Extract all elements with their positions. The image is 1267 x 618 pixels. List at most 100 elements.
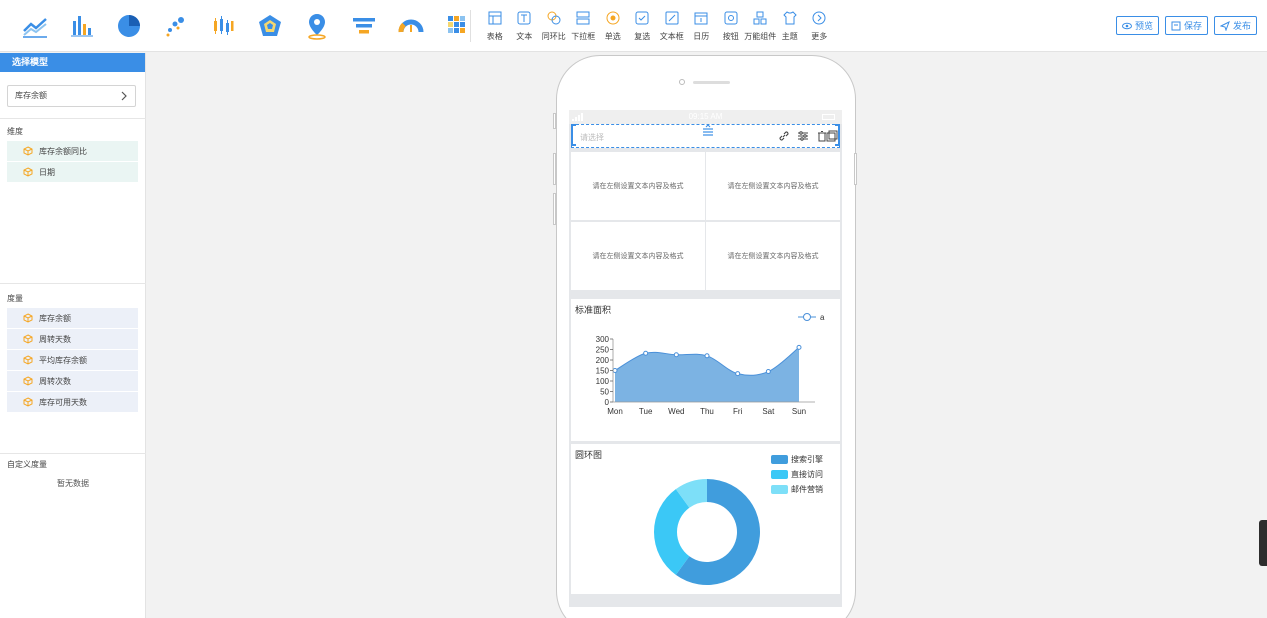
x-tick-label: Mon [607, 407, 623, 416]
y-tick-label: 250 [596, 346, 610, 355]
candlestick-chart-icon[interactable] [202, 8, 244, 44]
measure-item[interactable]: 周转次数 [7, 371, 138, 391]
data-point [612, 368, 618, 373]
selection-bracket [571, 124, 576, 146]
area-chart: 050 100150 200250 300 Mon Tue Wed Thu Fri Sat Sun a [596, 313, 825, 416]
battery-icon [822, 114, 835, 120]
legend-swatch [771, 484, 788, 494]
measure-item-label: 平均库存余额 [39, 355, 87, 365]
link-icon[interactable] [778, 130, 790, 142]
cube-icon [23, 334, 33, 344]
action-buttons: 预览 保存 发布 [1110, 16, 1257, 35]
area-chart-card[interactable]: 标准面积 0 50 100 150 200 250 300 Mon Tue Wed Thu Fri Sa… [571, 299, 840, 441]
donut-slice [654, 489, 690, 575]
radar-chart-icon[interactable] [249, 8, 291, 44]
universal-component-icon [753, 11, 767, 25]
component-table[interactable]: 表格 [480, 10, 510, 42]
model-select[interactable]: 库存余额 [7, 85, 136, 107]
preview-button[interactable]: 预览 [1115, 16, 1159, 35]
model-select-value: 库存余额 [15, 91, 47, 100]
funnel-chart-icon[interactable] [343, 8, 385, 44]
component-calendar[interactable]: 日历 [687, 10, 717, 42]
cube-icon [23, 397, 33, 407]
component-checkbox[interactable]: 复选 [628, 10, 658, 42]
table-icon [488, 11, 502, 25]
cube-icon [23, 313, 33, 323]
filter-dropdown[interactable]: 请选择 [571, 124, 840, 148]
y-tick-label: 50 [600, 388, 609, 397]
save-label: 保存 [1183, 21, 1202, 31]
measure-item[interactable]: 库存余额 [7, 308, 138, 328]
line-chart-icon[interactable] [14, 8, 56, 44]
component-palette: 表格 文本 同环比 下拉框 单选 复选 文本框 日历 按钮 万能组件 主题 更多 [480, 10, 834, 42]
heatmap-chart-icon[interactable] [437, 8, 479, 44]
text-card[interactable]: 请在左侧设置文本内容及格式 [706, 222, 840, 290]
divider [0, 118, 146, 119]
component-label: 同环比 [541, 32, 566, 41]
data-point [704, 353, 710, 359]
y-tick-label: 300 [596, 335, 610, 344]
legend-label: a [820, 313, 825, 322]
component-text[interactable]: 文本 [510, 10, 540, 42]
donut-chart-card[interactable]: 圆环图 搜索引擎 直接访问 邮件营销 [571, 444, 840, 594]
cube-icon [23, 376, 33, 386]
save-icon [1171, 21, 1181, 30]
more-icon [812, 11, 826, 25]
filter-placeholder: 请选择 [580, 133, 604, 142]
scatter-chart-icon[interactable] [155, 8, 197, 44]
component-comparison[interactable]: 同环比 [539, 10, 569, 42]
gauge-chart-icon[interactable] [390, 8, 432, 44]
save-button[interactable]: 保存 [1164, 16, 1208, 35]
button-icon [724, 11, 738, 25]
top-toolbar: 表格 文本 同环比 下拉框 单选 复选 文本框 日历 按钮 万能组件 主题 更多… [0, 0, 1267, 52]
toolbar-divider [470, 10, 471, 42]
pie-chart-icon[interactable] [108, 8, 150, 44]
component-theme[interactable]: 主题 [775, 10, 805, 42]
copy-icon[interactable] [826, 130, 838, 142]
component-label: 下拉框 [571, 32, 596, 41]
x-tick-label: Sat [762, 407, 775, 416]
component-label: 更多 [811, 32, 828, 41]
text-card[interactable]: 请在左侧设置文本内容及格式 [571, 152, 705, 220]
component-radio[interactable]: 单选 [598, 10, 628, 42]
x-tick-label: Tue [639, 407, 653, 416]
chart-type-icons [14, 8, 484, 44]
data-point [796, 344, 802, 350]
radio-icon [606, 11, 620, 25]
text-card[interactable]: 请在左侧设置文本内容及格式 [706, 152, 840, 220]
custom-measure-section-label: 自定义度量 [7, 460, 47, 469]
component-textbox[interactable]: 文本框 [657, 10, 687, 42]
component-universal[interactable]: 万能组件 [744, 10, 776, 42]
map-pin-icon[interactable] [296, 8, 338, 44]
measure-item-label: 周转次数 [39, 376, 71, 386]
dimension-item-label: 库存余额同比 [39, 146, 87, 156]
donut-legend-item: 邮件营销 [771, 484, 823, 494]
text-card[interactable]: 请在左侧设置文本内容及格式 [571, 222, 705, 290]
dimension-item[interactable]: 日期 [7, 162, 138, 182]
publish-button[interactable]: 发布 [1213, 16, 1257, 35]
donut-legend-item: 搜索引擎 [771, 454, 823, 464]
component-button[interactable]: 按钮 [716, 10, 746, 42]
phone-side-button [854, 153, 857, 185]
text-icon [517, 11, 531, 25]
dimension-section-label: 维度 [7, 127, 23, 136]
cube-icon [23, 146, 33, 156]
component-more[interactable]: 更多 [805, 10, 835, 42]
measure-item[interactable]: 周转天数 [7, 329, 138, 349]
measure-item[interactable]: 平均库存余额 [7, 350, 138, 370]
measure-item[interactable]: 库存可用天数 [7, 392, 138, 412]
divider [0, 283, 146, 284]
data-point [643, 350, 649, 356]
chevron-right-icon [121, 91, 127, 101]
bar-chart-icon[interactable] [61, 8, 103, 44]
divider [0, 453, 146, 454]
dimension-item[interactable]: 库存余额同比 [7, 141, 138, 161]
cube-icon [23, 167, 33, 177]
y-tick-label: 0 [605, 398, 610, 407]
drag-handle-icon[interactable] [702, 124, 714, 138]
measure-item-label: 库存余额 [39, 313, 71, 323]
floating-side-tab[interactable] [1259, 520, 1267, 566]
comparison-icon [547, 11, 561, 25]
component-dropdown[interactable]: 下拉框 [569, 10, 599, 42]
settings-sliders-icon[interactable] [797, 130, 809, 142]
